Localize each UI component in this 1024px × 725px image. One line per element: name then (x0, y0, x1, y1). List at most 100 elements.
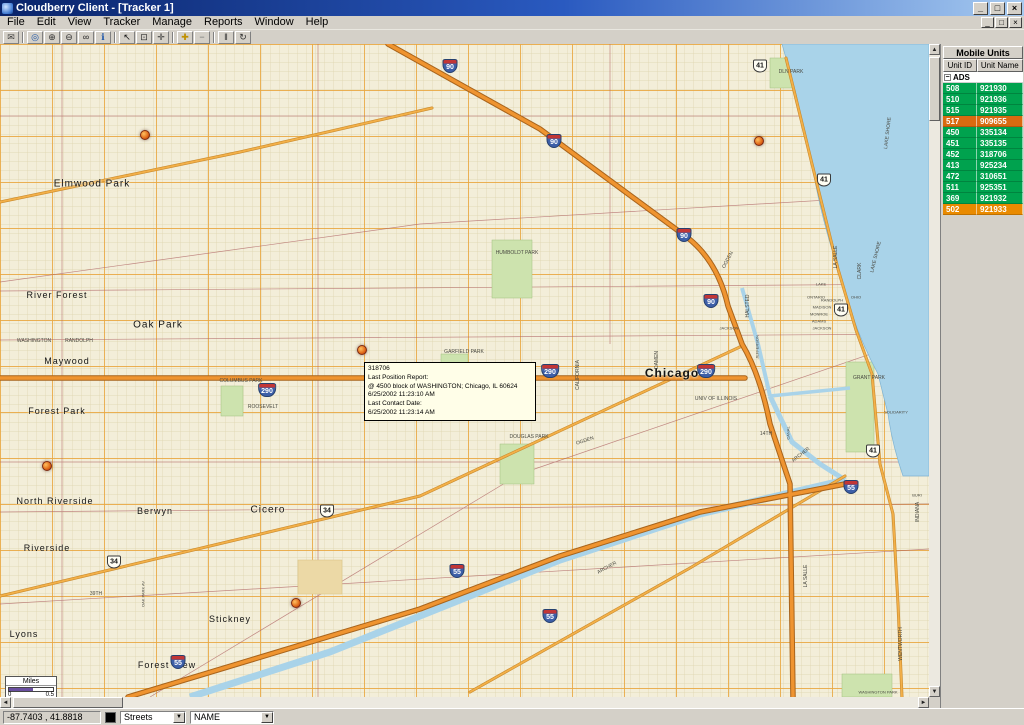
unit-row-515[interactable]: 515 921935 (943, 105, 1023, 116)
city-label: Berwyn (136, 506, 174, 516)
zoom-in-button[interactable]: ⊕ (44, 30, 60, 44)
street-label: RANDOLPH (820, 297, 844, 303)
scroll-right-button[interactable]: ► (918, 697, 929, 708)
street-label: GARFIELD PARK (444, 349, 484, 355)
unit-marker[interactable] (357, 345, 367, 355)
layer-select[interactable]: Streets ▼ (120, 710, 186, 724)
unit-marker[interactable] (140, 130, 150, 140)
label-field-select[interactable]: NAME ▼ (190, 710, 274, 724)
street-label: CANAL (785, 426, 791, 440)
layer-dropdown-icon[interactable]: ▼ (173, 711, 185, 723)
unit-id: 413 (943, 160, 977, 171)
street-label: UNIV OF ILLINOIS (694, 396, 738, 402)
us-route-41-shield: 41 (817, 173, 831, 187)
column-header-unit-name[interactable]: Unit Name (976, 59, 1023, 72)
menu-item-file[interactable]: File (1, 16, 31, 29)
maximize-button[interactable]: □ (990, 1, 1005, 15)
unit-name: 921930 (977, 83, 1023, 94)
unit-row-413[interactable]: 413 925234 (943, 160, 1023, 171)
us-route-41-shield: 41 (753, 59, 767, 73)
unit-row-452[interactable]: 452 318706 (943, 149, 1023, 160)
menu-items: File Edit View Tracker Manage Reports Window He… (1, 16, 334, 29)
unit-row-511[interactable]: 511 925351 (943, 182, 1023, 193)
unit-row-517[interactable]: 517 909655 (943, 116, 1023, 127)
scale-title: Miles (6, 677, 56, 686)
unit-row-510[interactable]: 510 921936 (943, 94, 1023, 105)
unit-id: 450 (943, 127, 977, 138)
vertical-scroll-track[interactable] (929, 55, 940, 686)
menu-item-reports[interactable]: Reports (198, 16, 249, 29)
scrollbar-corner (929, 697, 940, 708)
unit-row-472[interactable]: 472 310651 (943, 171, 1023, 182)
menu-bar: File Edit View Tracker Manage Reports Window He… (0, 16, 1024, 30)
close-button[interactable]: × (1007, 1, 1022, 15)
menu-item-edit[interactable]: Edit (31, 16, 62, 29)
mdi-close-button[interactable]: × (1009, 17, 1022, 28)
scroll-left-button[interactable]: ◄ (0, 697, 11, 708)
vertical-scroll-thumb[interactable] (929, 57, 940, 121)
menu-item-tracker[interactable]: Tracker (97, 16, 146, 29)
pan-tool-button[interactable]: ✛ (153, 30, 169, 44)
remove-layer-button[interactable]: − (194, 30, 210, 44)
group-row-ads[interactable]: − ADS (943, 72, 1023, 83)
unit-row-369[interactable]: 369 921932 (943, 193, 1023, 204)
city-label: North Riverside (16, 496, 94, 506)
unit-name: 925351 (977, 182, 1023, 193)
street-label: GRANT PARK (852, 375, 886, 381)
pointer-tool-button[interactable]: ↖ (119, 30, 135, 44)
zoom-extents-button[interactable]: ◎ (27, 30, 43, 44)
menu-item-help[interactable]: Help (300, 16, 335, 29)
unit-id: 515 (943, 105, 977, 116)
collapse-expander-icon[interactable]: − (944, 73, 951, 81)
unit-name: 310651 (977, 171, 1023, 182)
panel-title: Mobile Units (943, 46, 1023, 59)
unit-marker[interactable] (42, 461, 52, 471)
minimize-button[interactable]: _ (973, 1, 988, 15)
add-layer-button[interactable]: ✚ (177, 30, 193, 44)
find-unit-button[interactable]: ∞ (78, 30, 94, 44)
refresh-button[interactable]: ↻ (235, 30, 251, 44)
send-message-button[interactable]: ✉ (3, 30, 19, 44)
city-label: Elmwood Park (53, 178, 131, 190)
group-label: ADS (953, 72, 970, 82)
tooltip-line: Last Contact Date: (368, 400, 422, 408)
horizontal-scroll-thumb[interactable] (13, 697, 123, 708)
city-label: Riverside (23, 543, 71, 553)
pause-tracking-button[interactable]: ‖ (218, 30, 234, 44)
unit-marker[interactable] (754, 136, 764, 146)
unit-row-502[interactable]: 502 921933 (943, 204, 1023, 215)
us-route-34-shield: 34 (107, 555, 121, 569)
mdi-minimize-button[interactable]: _ (981, 17, 994, 28)
menu-item-view[interactable]: View (62, 16, 98, 29)
map-viewport[interactable]: Elmwood Park River Forest Oak Park Maywood F… (0, 44, 929, 697)
identify-button[interactable]: ℹ (95, 30, 111, 44)
menu-item-window[interactable]: Window (249, 16, 300, 29)
unit-name: 921936 (977, 94, 1023, 105)
horizontal-scroll-track[interactable] (11, 697, 918, 708)
scale-widget: Miles 0 0.5 (5, 676, 57, 697)
city-label: Forest View (137, 660, 197, 670)
unit-row-450[interactable]: 450 335134 (943, 127, 1023, 138)
column-header-unit-id[interactable]: Unit ID (943, 59, 977, 72)
menu-item-manage[interactable]: Manage (146, 16, 198, 29)
mdi-restore-button[interactable]: □ (995, 17, 1008, 28)
scroll-up-button[interactable]: ▲ (929, 44, 940, 55)
street-label: CALIFORNIA (575, 359, 581, 391)
unit-row-451[interactable]: 451 335135 (943, 138, 1023, 149)
street-label: DLN PARK (778, 69, 804, 75)
unit-name: 921935 (977, 105, 1023, 116)
zoom-out-button[interactable]: ⊖ (61, 30, 77, 44)
street-label: RANDOLPH (65, 338, 93, 344)
vertical-scrollbar[interactable]: ▲ ▼ (929, 44, 940, 697)
horizontal-scrollbar[interactable]: ◄ ► (0, 697, 929, 708)
street-label: WASHINGTON (16, 338, 52, 344)
us-route-41-shield: 41 (866, 444, 880, 458)
scroll-down-button[interactable]: ▼ (929, 686, 940, 697)
layer-color-swatch[interactable] (105, 711, 116, 723)
field-dropdown-icon[interactable]: ▼ (261, 711, 273, 723)
unit-marker[interactable] (291, 598, 301, 608)
unit-row-508[interactable]: 508 921930 (943, 83, 1023, 94)
interstate-290-shield: 290 (541, 364, 559, 378)
zoom-box-tool-button[interactable]: ⊡ (136, 30, 152, 44)
street-label: ROOSEVELT (247, 404, 279, 410)
